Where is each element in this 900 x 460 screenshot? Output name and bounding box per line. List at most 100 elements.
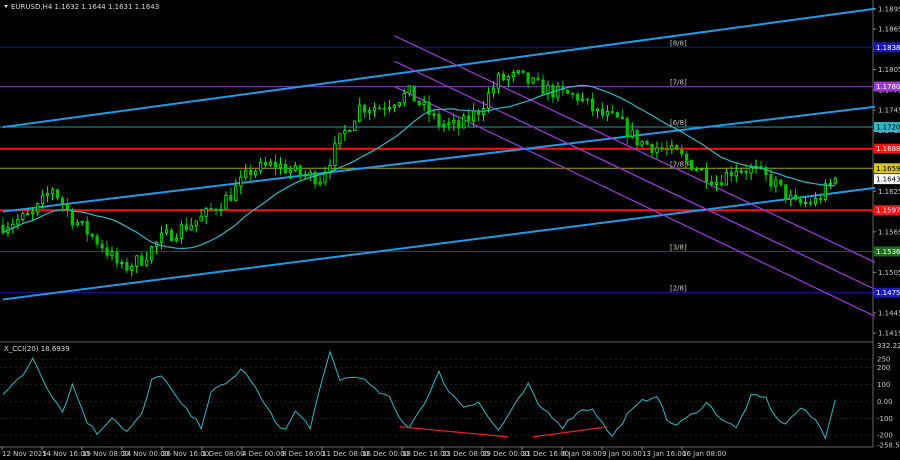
candle-body (130, 266, 134, 271)
candle-body (551, 84, 555, 98)
candle-body (80, 220, 84, 224)
candle-body (45, 193, 50, 196)
candle-body (70, 209, 74, 226)
candle-body (288, 169, 292, 174)
candle-body (521, 70, 525, 74)
candle-body (833, 177, 837, 184)
candle-body (145, 259, 149, 266)
candle-body (744, 170, 748, 174)
candle-body (214, 209, 218, 212)
candle-body (41, 194, 45, 205)
candle-body (724, 171, 728, 186)
candle-body (358, 104, 362, 122)
candle-body (556, 86, 560, 98)
price-tick-label: 1.1565 (878, 228, 900, 236)
symbol-info: EURUSD,H4 1.1632 1.1644 1.1631 1.1643 (11, 3, 159, 11)
candle-body (764, 166, 768, 176)
price-tick-label: 1.1895 (878, 5, 900, 13)
candle-body (338, 133, 342, 145)
candle-body (665, 148, 669, 151)
candle-body (392, 105, 396, 108)
candle-body (120, 262, 124, 264)
chart-canvas: [8/8][7/8][6/8][7/8]P[3/8][2/8] 1.18951.… (0, 0, 900, 460)
candle-body (16, 218, 20, 225)
candle-body (610, 111, 614, 113)
time-tick-label: 8 Dec 16:00 (282, 450, 325, 458)
price-tag-label: 1.1475 (876, 289, 900, 297)
candle-body (90, 233, 94, 237)
candle-body (615, 112, 619, 118)
candle-body (184, 224, 188, 231)
candle-body (452, 120, 456, 124)
candle-body (36, 203, 40, 213)
candle-body (590, 98, 595, 112)
candle-body (536, 77, 540, 81)
candle-body (605, 111, 610, 116)
candle-body (407, 85, 411, 94)
price-tick-label: 1.1415 (878, 330, 900, 338)
candle-body (645, 140, 649, 145)
candle-body (397, 102, 401, 107)
candle-body (293, 165, 297, 171)
time-tick-label: 4 Dec 00:00 (242, 450, 285, 458)
murrey-label-0: [8/8] (670, 39, 687, 47)
candle-body (467, 115, 471, 122)
candle-body (372, 107, 377, 111)
candle-body (21, 213, 25, 220)
price-tag-label: 1.1780 (876, 83, 900, 91)
candle-body (794, 194, 798, 200)
candle-body (283, 163, 287, 174)
candle-body (704, 168, 709, 183)
price-tick-label: 1.1445 (878, 309, 900, 317)
candle-body (541, 79, 545, 95)
candle-body (808, 202, 813, 205)
candle-body (803, 202, 808, 204)
candle-body (179, 224, 183, 239)
candle-body (268, 161, 273, 166)
candle-body (303, 174, 307, 177)
candle-body (95, 235, 99, 245)
candle-body (670, 145, 674, 150)
candle-body (75, 222, 79, 226)
candle-body (472, 110, 476, 122)
chart-header: EURUSD,H4 1.1632 1.1644 1.1631 1.1643 (4, 3, 159, 11)
candle-body (308, 171, 312, 176)
candle-body (511, 72, 515, 78)
cci-info: X_CCI(20) 18.6939 (4, 345, 70, 353)
time-tick-label: 16 Jan 08:00 (682, 450, 726, 458)
candle-body (506, 76, 510, 81)
candle-body (699, 168, 704, 171)
cci-tick-label: 332.2253 (877, 342, 900, 350)
candle-body (150, 246, 154, 261)
candle-body (244, 169, 248, 178)
candle-body (140, 255, 144, 266)
candle-body (234, 185, 238, 201)
candle-body (353, 120, 357, 131)
candle-body (739, 170, 743, 173)
candle-body (595, 108, 600, 112)
candle-body (486, 92, 491, 109)
time-tick-label: 6 Jan 08:00 (562, 450, 602, 458)
price-tag-label: 1.1643 (876, 176, 900, 184)
candle-body (427, 101, 431, 115)
candle-body (65, 203, 70, 211)
cci-tick-label: -258.564 (877, 442, 900, 450)
price-tag-label: 1.1838 (876, 44, 900, 52)
candle-body (164, 229, 169, 234)
price-tag-label: 1.1597 (876, 207, 900, 215)
candle-body (685, 153, 689, 161)
background (0, 0, 900, 460)
murrey-label-5: [2/8] (670, 285, 687, 293)
candle-body (779, 179, 783, 186)
candle-body (818, 197, 823, 200)
candle-body (774, 179, 778, 187)
candle-body (457, 120, 461, 129)
time-tick-label: 12 Nov 2025 (2, 450, 47, 458)
candle-body (50, 189, 55, 194)
cci-tick-label: 0.00 (877, 398, 893, 406)
candle-body (799, 198, 803, 204)
price-tick-label: 1.1865 (878, 26, 900, 34)
candle-body (85, 220, 89, 235)
cci-tick-label: 100 (877, 381, 890, 389)
candle-body (769, 174, 773, 187)
